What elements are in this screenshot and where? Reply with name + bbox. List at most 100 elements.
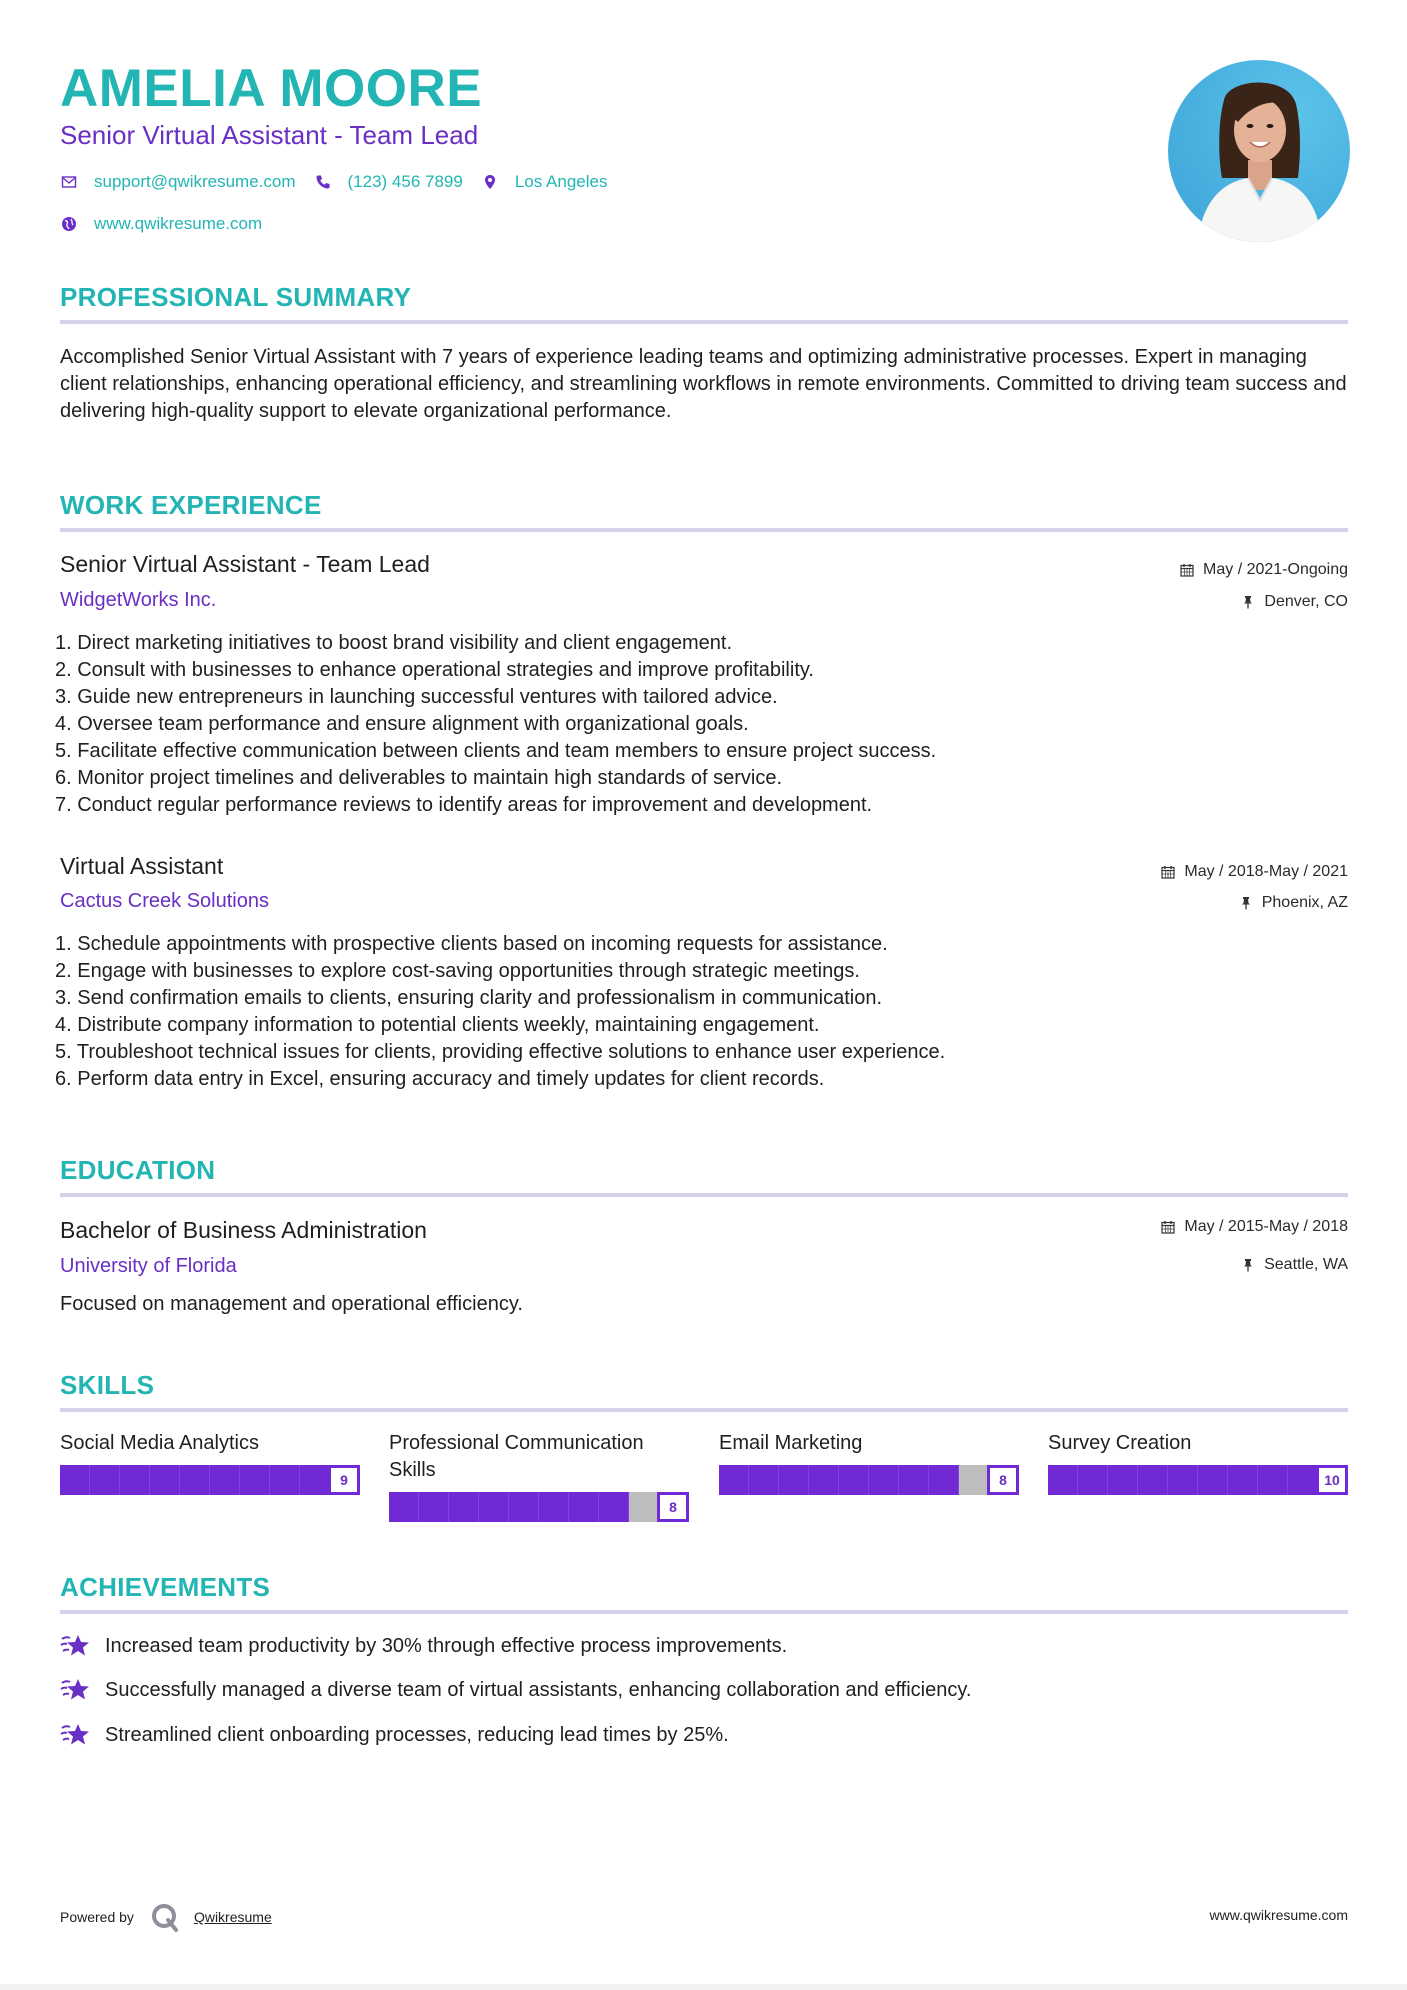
job-location-text: Denver, CO	[1264, 593, 1348, 610]
skill-segment-filled	[1168, 1465, 1198, 1495]
skill-item: Email Marketing 8	[719, 1430, 1019, 1495]
summary-text: Accomplished Senior Virtual Assistant wi…	[60, 346, 1347, 422]
job-bullet: 5. Troubleshoot technical issues for cli…	[55, 1041, 946, 1063]
pushpin-icon	[1241, 1258, 1255, 1272]
skill-segment-filled	[1198, 1465, 1228, 1495]
pushpin-icon	[1241, 595, 1255, 609]
page-bottom-edge	[0, 1984, 1407, 1990]
job-title: Virtual Assistant	[60, 853, 224, 879]
skill-segment-filled	[749, 1465, 779, 1495]
experience-heading: WORK EXPERIENCE	[60, 490, 322, 520]
qwikresume-link[interactable]: Qwikresume	[194, 1909, 272, 1925]
skill-segment-filled	[389, 1492, 419, 1522]
contact-row: support@qwikresume.com (123) 456 7899 Lo…	[60, 172, 625, 192]
skill-name: Social Media Analytics	[60, 1432, 259, 1454]
candidate-name: AMELIA MOORE	[60, 59, 483, 118]
skill-segment-filled	[1138, 1465, 1168, 1495]
calendar-icon	[1161, 1220, 1175, 1234]
job-title: Senior Virtual Assistant - Team Lead	[60, 551, 430, 577]
section-divider	[60, 528, 1348, 532]
company-name: Cactus Creek Solutions	[60, 890, 269, 912]
job-bullet: 1. Schedule appointments with prospectiv…	[55, 933, 888, 955]
shooting-star-icon	[60, 1722, 92, 1748]
website-text[interactable]: www.qwikresume.com	[94, 214, 262, 234]
skill-segment-filled	[449, 1492, 479, 1522]
education-location: Seattle, WA	[1241, 1256, 1348, 1274]
skill-segment-filled	[1288, 1465, 1318, 1495]
powered-by-label: Powered by	[60, 1909, 134, 1925]
email-text[interactable]: support@qwikresume.com	[94, 172, 296, 192]
achievement-text: Increased team productivity by 30% throu…	[105, 1634, 788, 1657]
company-name: WidgetWorks Inc.	[60, 589, 217, 611]
calendar-icon	[1161, 865, 1175, 879]
skill-score: 8	[987, 1465, 1019, 1495]
achievement-item: Streamlined client onboarding processes,…	[60, 1722, 729, 1748]
skill-item: Survey Creation 10	[1048, 1430, 1348, 1495]
globe-icon	[60, 215, 78, 233]
skill-segment-filled	[479, 1492, 509, 1522]
skill-level-bar: 8	[389, 1492, 689, 1522]
job-bullet: 5. Facilitate effective communication be…	[55, 740, 937, 762]
map-pin-icon	[481, 173, 499, 191]
degree-title: Bachelor of Business Administration	[60, 1217, 427, 1243]
contact-email[interactable]: support@qwikresume.com	[60, 172, 296, 192]
envelope-icon	[60, 173, 78, 191]
job-bullet: 3. Guide new entrepreneurs in launching …	[55, 686, 778, 708]
skill-name: Professional Communication Skills	[389, 1432, 644, 1481]
job-bullet: 2. Consult with businesses to enhance op…	[55, 659, 814, 681]
section-divider	[60, 1408, 1348, 1412]
profile-photo	[1168, 60, 1350, 242]
skill-segment-filled	[180, 1465, 210, 1495]
contact-phone[interactable]: (123) 456 7899	[314, 172, 463, 192]
skill-segment-filled	[509, 1492, 539, 1522]
candidate-title: Senior Virtual Assistant - Team Lead	[60, 120, 479, 150]
skill-segment-filled	[90, 1465, 120, 1495]
contact-location: Los Angeles	[481, 172, 608, 192]
skill-score: 10	[1316, 1465, 1348, 1495]
section-divider	[60, 1610, 1348, 1614]
summary-heading: PROFESSIONAL SUMMARY	[60, 282, 412, 312]
skill-segment-filled	[1078, 1465, 1108, 1495]
job-location: Phoenix, AZ	[1239, 894, 1348, 912]
skill-score: 8	[657, 1492, 689, 1522]
skill-segment-filled	[240, 1465, 270, 1495]
phone-icon	[314, 173, 332, 191]
skill-segment-filled	[419, 1492, 449, 1522]
shooting-star-icon	[60, 1677, 92, 1703]
skill-segment-filled	[1108, 1465, 1138, 1495]
skill-segment-filled	[1258, 1465, 1288, 1495]
resume-page: AMELIA MOORE Senior Virtual Assistant - …	[0, 0, 1407, 1990]
achievement-text: Streamlined client onboarding processes,…	[105, 1723, 729, 1746]
profile-photo-illustration	[1198, 82, 1322, 242]
skill-item: Professional Communication Skills 8	[389, 1430, 689, 1522]
job-location: Denver, CO	[1241, 593, 1348, 611]
skill-level-bar: 9	[60, 1465, 360, 1495]
contact-website[interactable]: www.qwikresume.com	[60, 214, 262, 234]
section-divider	[60, 320, 1348, 324]
skill-level-bar: 8	[719, 1465, 1019, 1495]
powered-by: Powered by Qwikresume	[60, 1902, 272, 1932]
job-bullet: 4. Oversee team performance and ensure a…	[55, 713, 749, 735]
pushpin-icon	[1239, 896, 1253, 910]
skill-name: Survey Creation	[1048, 1432, 1192, 1454]
skill-segment-filled	[809, 1465, 839, 1495]
achievement-item: Increased team productivity by 30% throu…	[60, 1633, 787, 1659]
phone-text[interactable]: (123) 456 7899	[348, 172, 463, 192]
skill-segment-filled	[839, 1465, 869, 1495]
skill-score: 9	[328, 1465, 360, 1495]
skill-segment-filled	[929, 1465, 959, 1495]
location-text: Los Angeles	[514, 172, 608, 191]
qwikresume-logo-icon	[150, 1902, 180, 1932]
skill-segment-filled	[120, 1465, 150, 1495]
job-bullet: 3. Send confirmation emails to clients, …	[55, 987, 883, 1009]
job-bullets: 1. Direct marketing initiatives to boost…	[55, 630, 1345, 819]
job-bullet: 7. Conduct regular performance reviews t…	[55, 794, 873, 816]
achievements-heading: ACHIEVEMENTS	[60, 1572, 271, 1602]
calendar-icon	[1180, 563, 1194, 577]
footer-website[interactable]: www.qwikresume.com	[1210, 1907, 1348, 1923]
skill-segment-filled	[899, 1465, 929, 1495]
skill-segment-filled	[270, 1465, 300, 1495]
education-heading: EDUCATION	[60, 1155, 216, 1185]
skill-segment-filled	[539, 1492, 569, 1522]
job-bullet: 2. Engage with businesses to explore cos…	[55, 960, 860, 982]
